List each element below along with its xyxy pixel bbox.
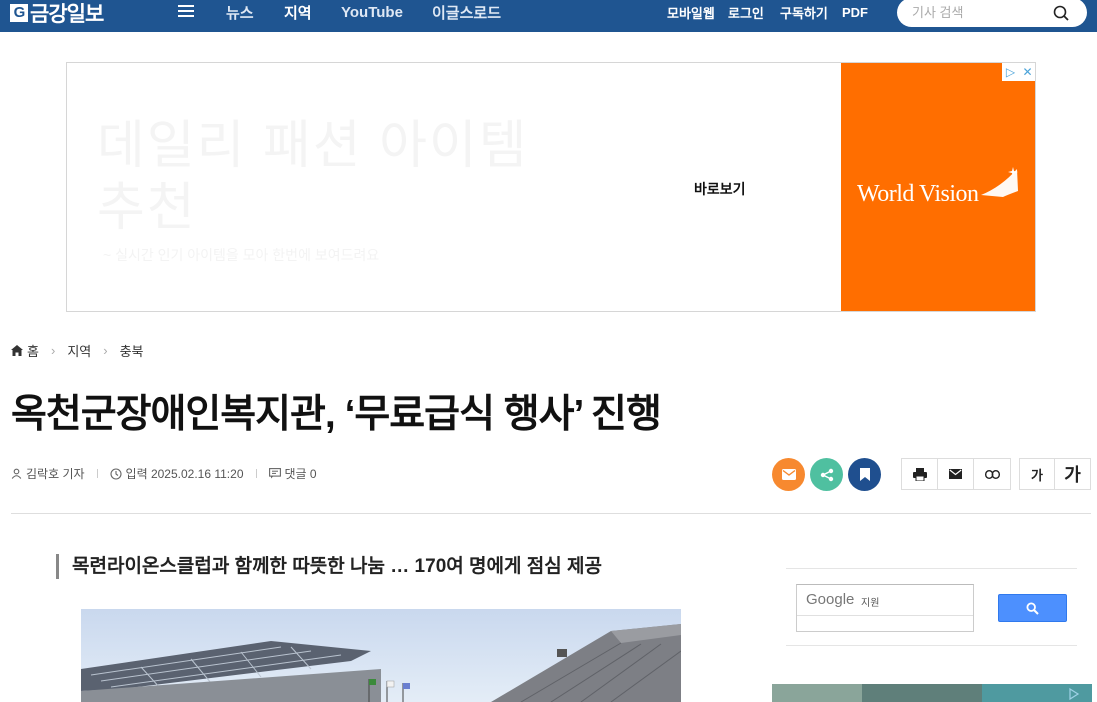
util-login[interactable]: 로그인 bbox=[728, 0, 764, 24]
font-size-controls: 가 가 bbox=[1019, 458, 1091, 490]
chevron-right-icon: › bbox=[103, 343, 108, 358]
sidebar-google-search: Google 지원 bbox=[786, 568, 1077, 646]
sidebar-ad[interactable] bbox=[772, 684, 1092, 702]
world-vision-logo: World Vision bbox=[857, 181, 979, 207]
util-mobile-web[interactable]: 모바일웹 bbox=[667, 0, 715, 24]
header-search bbox=[897, 0, 1087, 27]
ad-headline: 데일리 패션 아이템 추천 bbox=[97, 117, 529, 237]
site-logo[interactable]: G 금강일보 bbox=[10, 0, 104, 26]
article-tools bbox=[901, 458, 1011, 490]
world-vision-swoosh-icon bbox=[981, 167, 1018, 197]
breadcrumb: 홈 › 지역 › 충북 bbox=[11, 341, 144, 360]
font-size-large-button[interactable]: 가 bbox=[1055, 459, 1090, 489]
logo-mark: G bbox=[10, 4, 28, 22]
nav-item-news[interactable]: 뉴스 bbox=[226, 0, 254, 24]
print-button[interactable] bbox=[902, 459, 938, 489]
article-meta: 김락호 기자 입력 2025.02.16 11:20 댓글 0 bbox=[11, 465, 317, 482]
article-title: 옥천군장애인복지관, ‘무료급식 행사’ 진행 bbox=[11, 393, 662, 436]
google-logo: Google bbox=[806, 591, 855, 608]
ad-banner[interactable]: 데일리 패션 아이템 추천 ~ 실시간 인기 아이템을 모아 한번에 보여드려요… bbox=[66, 62, 1036, 312]
search-icon[interactable] bbox=[1053, 5, 1069, 21]
menu-icon[interactable] bbox=[178, 5, 194, 19]
article-author[interactable]: 김락호 기자 bbox=[26, 465, 85, 482]
clock-icon bbox=[109, 467, 122, 480]
ad-choices[interactable]: ▷ ✕ bbox=[1002, 63, 1035, 81]
nav-item-youtube[interactable]: YouTube bbox=[341, 0, 403, 24]
search-input[interactable] bbox=[912, 3, 1052, 21]
mail-icon bbox=[949, 469, 962, 479]
breadcrumb-region[interactable]: 지역 bbox=[67, 341, 91, 360]
close-icon[interactable]: ✕ bbox=[1019, 63, 1035, 81]
share-icon bbox=[820, 468, 833, 481]
font-size-small-button[interactable]: 가 bbox=[1020, 459, 1055, 489]
breadcrumb-home[interactable]: 홈 bbox=[27, 341, 39, 360]
article-photo[interactable] bbox=[81, 609, 681, 702]
mail-icon bbox=[781, 469, 796, 480]
email-button[interactable] bbox=[938, 459, 974, 489]
home-icon[interactable] bbox=[11, 345, 23, 356]
site-header: G 금강일보 뉴스 지역 YouTube 이글스로드 모바일웹 로그인 구독하기… bbox=[0, 0, 1097, 32]
article-date: 입력 2025.02.16 11:20 bbox=[125, 467, 244, 481]
nav-item-eagles-road[interactable]: 이글스로드 bbox=[432, 0, 501, 24]
nav-item-region[interactable]: 지역 bbox=[284, 0, 312, 24]
comment-icon bbox=[268, 468, 281, 479]
google-sub-label: 지원 bbox=[861, 598, 880, 609]
util-pdf[interactable]: PDF bbox=[842, 0, 868, 24]
share-email-button[interactable] bbox=[772, 458, 805, 491]
copy-link-button[interactable] bbox=[974, 459, 1010, 489]
logo-text: 금강일보 bbox=[30, 3, 104, 26]
chevron-right-icon: › bbox=[50, 343, 56, 358]
ad-cta-link[interactable]: 바로보기 bbox=[694, 179, 746, 199]
article-subtitle: 목련라이온스클럽과 함께한 따뜻한 나눔 … 170여 명에게 점심 제공 bbox=[56, 554, 602, 579]
search-icon bbox=[1026, 601, 1039, 615]
util-subscribe[interactable]: 구독하기 bbox=[780, 0, 828, 24]
adchoices-icon[interactable]: ▷ bbox=[1002, 63, 1019, 81]
link-icon bbox=[984, 469, 1000, 479]
breadcrumb-chungbuk[interactable]: 충북 bbox=[120, 341, 144, 360]
google-search-input[interactable]: Google 지원 bbox=[796, 584, 974, 632]
share-button[interactable] bbox=[810, 458, 843, 491]
person-icon bbox=[11, 468, 22, 479]
google-search-button[interactable] bbox=[998, 594, 1067, 622]
print-icon bbox=[912, 467, 927, 481]
ad-brand-panel[interactable]: World Vision bbox=[841, 63, 1035, 311]
article-comments[interactable]: 댓글 0 bbox=[285, 465, 317, 482]
meta-divider bbox=[11, 513, 1091, 514]
bookmark-button[interactable] bbox=[848, 458, 881, 491]
bookmark-icon bbox=[859, 468, 870, 481]
ad-subtext: ~ 실시간 인기 아이템을 모아 한번에 보여드려요 bbox=[103, 247, 380, 263]
